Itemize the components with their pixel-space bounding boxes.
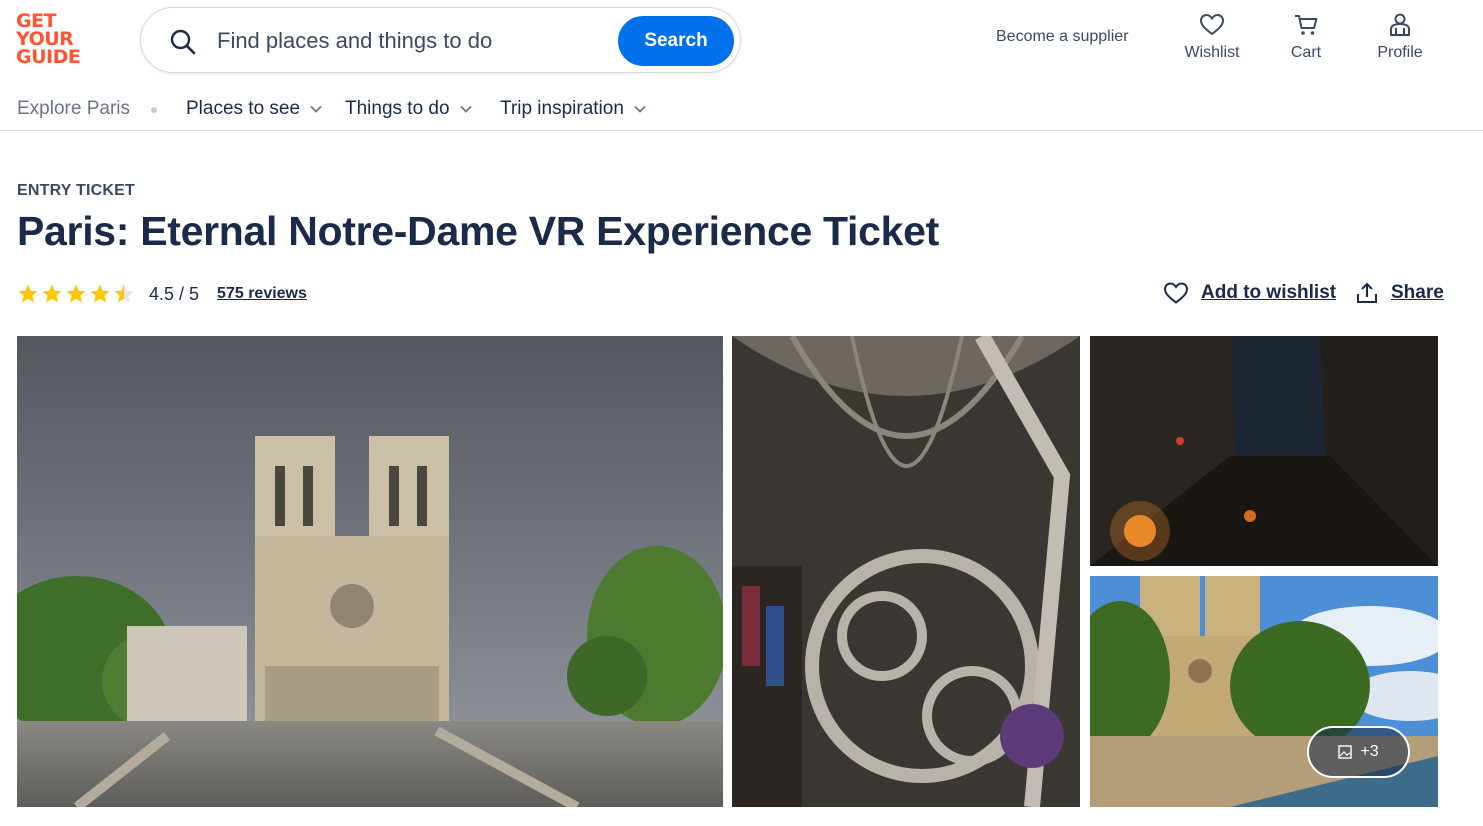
getyourguide-logo[interactable]: GET YOUR GUIDE — [16, 12, 86, 68]
rating-summary: 4.5 / 5 575 reviews — [17, 280, 307, 308]
search-button[interactable]: Search — [618, 16, 734, 66]
cart-label: Cart — [1290, 44, 1322, 61]
reviews-link[interactable]: 575 reviews — [217, 285, 307, 303]
secondary-nav: Explore Paris Places to see Things to do… — [0, 90, 1483, 131]
chevron-down-icon — [310, 105, 322, 113]
product-category: ENTRY TICKET — [17, 182, 135, 199]
share-icon — [1357, 282, 1377, 303]
logo-line-3: GUIDE — [16, 46, 81, 68]
share-label: Share — [1391, 282, 1444, 303]
heart-icon — [1199, 13, 1225, 36]
cart-button[interactable]: Cart — [1261, 12, 1351, 62]
gallery-main-image[interactable] — [17, 336, 723, 807]
nav-item-label: Places to see — [186, 98, 301, 119]
wishlist-label: Wishlist — [1184, 44, 1240, 61]
add-to-wishlist-button[interactable]: Add to wishlist — [1163, 281, 1336, 305]
become-supplier-link[interactable]: Become a supplier — [996, 28, 1129, 46]
more-photos-button[interactable]: +3 — [1307, 726, 1410, 778]
star-rating — [17, 283, 135, 305]
gallery-image-3[interactable] — [1090, 336, 1438, 566]
search-input[interactable]: Find places and things to do — [217, 28, 492, 54]
site-header: GET YOUR GUIDE Find places and things to… — [0, 0, 1483, 82]
more-photos-count: +3 — [1360, 743, 1379, 760]
product-title: Paris: Eternal Notre-Dame VR Experience … — [17, 208, 939, 254]
star-icon — [66, 284, 86, 303]
star-icon — [42, 284, 62, 303]
nav-things-to-do[interactable]: Things to do — [345, 98, 472, 120]
notre-dame-facade-photo — [17, 336, 723, 807]
wishlist-button[interactable]: Wishlist — [1167, 12, 1257, 62]
profile-label: Profile — [1377, 44, 1423, 61]
heart-icon — [1163, 282, 1189, 304]
rating-value: 4.5 / 5 — [149, 283, 200, 304]
share-button[interactable]: Share — [1355, 281, 1444, 305]
nav-separator-dot — [151, 107, 157, 113]
profile-button[interactable]: Profile — [1355, 12, 1445, 62]
explore-paris-link[interactable]: Explore Paris — [17, 98, 130, 120]
nav-places-to-see[interactable]: Places to see — [186, 98, 322, 120]
add-to-wishlist-label: Add to wishlist — [1201, 282, 1337, 303]
gothic-ceiling-photo — [732, 336, 1080, 807]
search-icon — [170, 29, 196, 55]
half-star-icon — [114, 284, 134, 303]
star-icon — [90, 284, 110, 303]
image-icon — [1338, 745, 1353, 759]
nav-item-label: Trip inspiration — [500, 98, 624, 119]
cart-icon — [1295, 15, 1318, 35]
nav-trip-inspiration[interactable]: Trip inspiration — [500, 98, 646, 120]
star-icon — [18, 284, 38, 303]
profile-icon — [1390, 13, 1410, 36]
chevron-down-icon — [459, 105, 472, 113]
search-bar[interactable]: Find places and things to do Search — [140, 7, 741, 73]
nav-item-label: Things to do — [345, 98, 450, 119]
chevron-down-icon — [634, 105, 646, 113]
gallery-image-2[interactable] — [732, 336, 1080, 807]
medieval-street-photo — [1090, 336, 1438, 566]
